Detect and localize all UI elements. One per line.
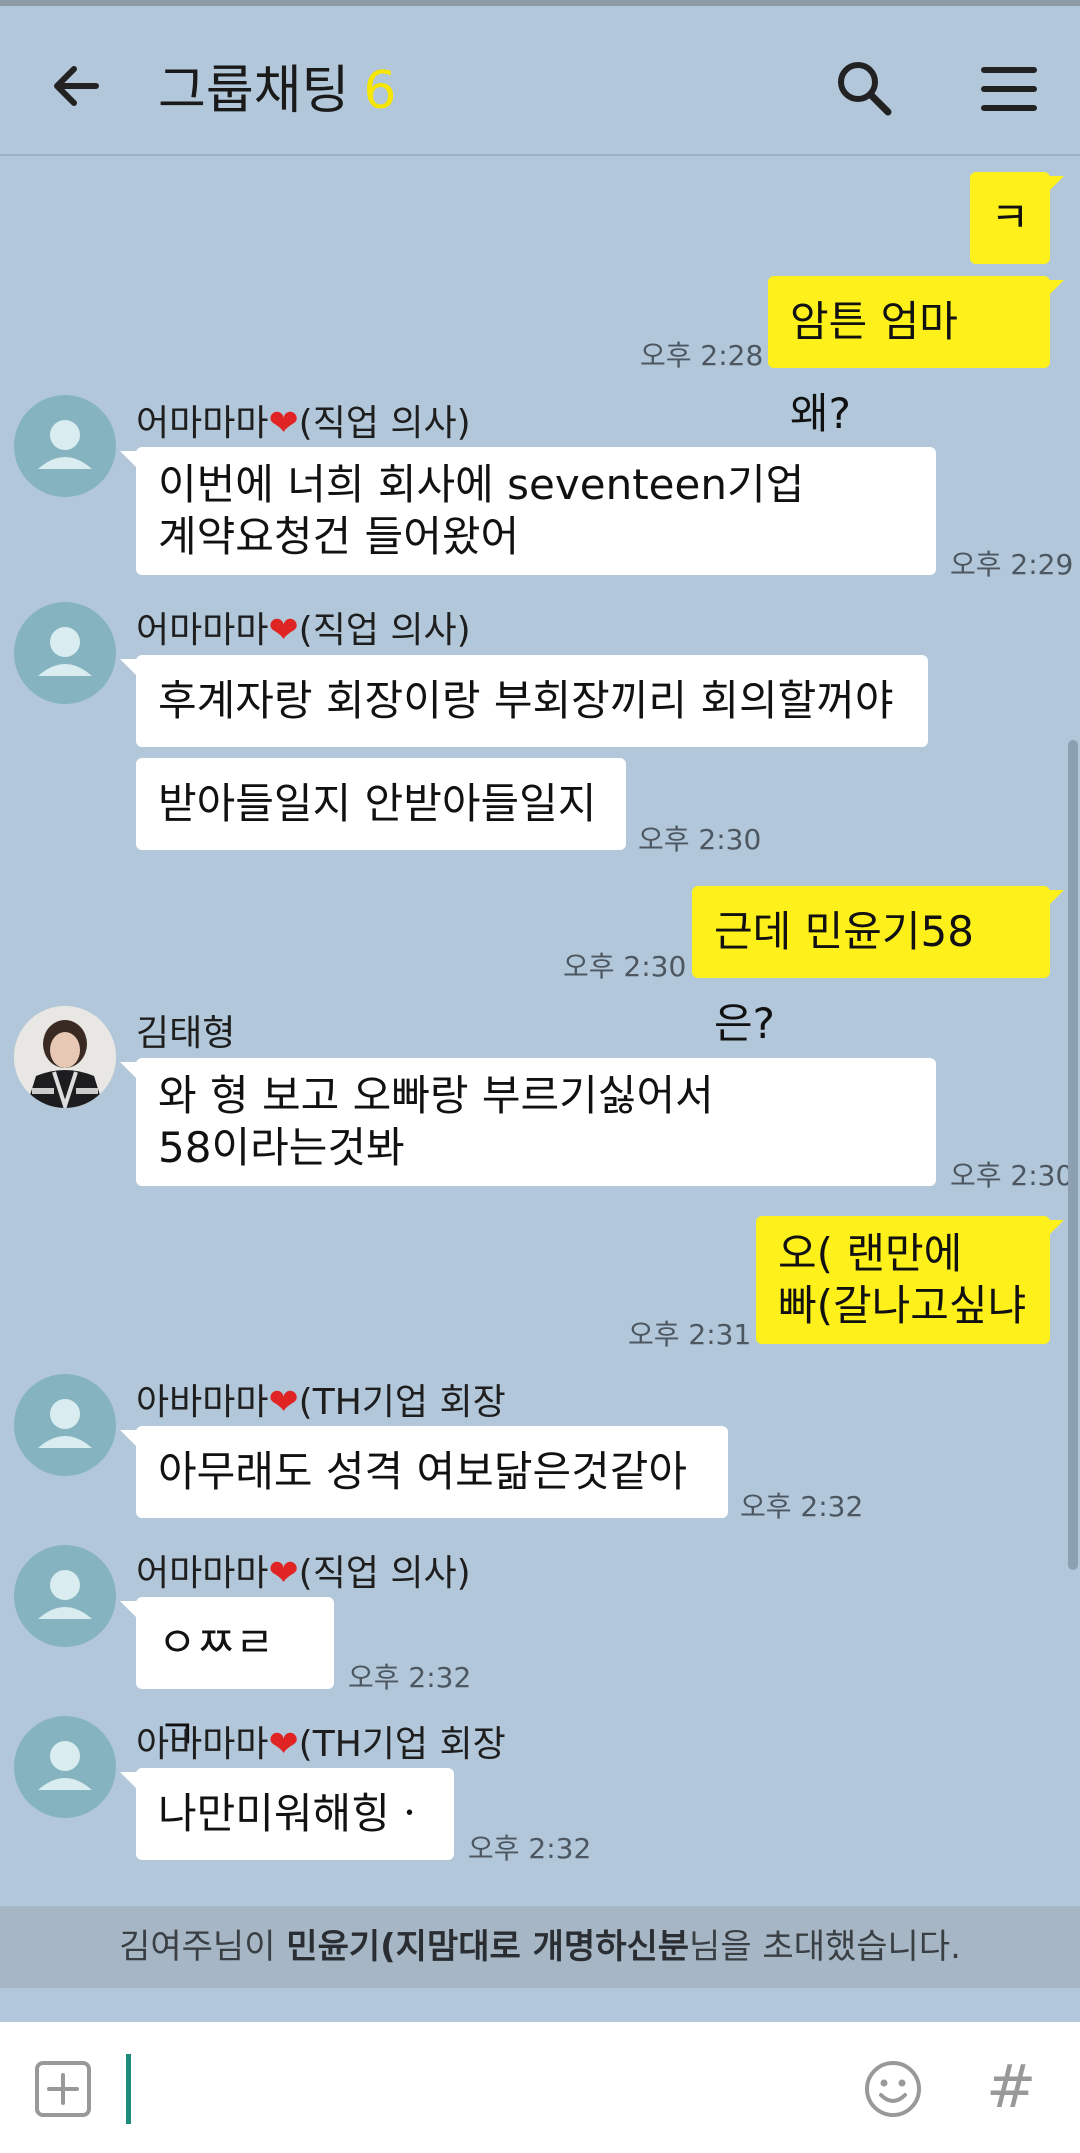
bubble-tail (120, 451, 138, 469)
chat-title-text: 그룹채팅 (158, 61, 350, 121)
message-time: 오후 2:29 (950, 548, 1074, 581)
heart-icon: ❤ (268, 1382, 299, 1423)
message-text: 암튼 엄마 왜? (790, 297, 958, 438)
sender-name: 어마마마❤(직업 의사) (136, 403, 471, 444)
other-message-bubble[interactable]: 받아들일지 안받아들일지 (136, 758, 626, 850)
avatar[interactable] (14, 1006, 116, 1108)
message-text: 아무래도 성격 여보닮은것같아 (158, 1447, 688, 1496)
bubble-tail (120, 1430, 138, 1448)
avatar[interactable] (14, 1374, 116, 1476)
heart-icon: ❤ (268, 403, 299, 444)
hamburger-menu-icon (981, 67, 1037, 111)
other-message-bubble[interactable]: 후계자랑 회장이랑 부회장끼리 회의할꺼야 (136, 655, 928, 747)
bubble-tail (1046, 1220, 1064, 1238)
sender-name: 아바마마❤(TH기업 회장 (136, 1724, 506, 1765)
message-text: 근데 민윤기58은? (714, 907, 974, 1048)
other-message-bubble[interactable]: 와 형 보고 오빠랑 부르기싫어서 58이라는것봐 (136, 1058, 936, 1186)
member-count: 6 (363, 61, 397, 121)
avatar[interactable] (14, 395, 116, 497)
default-profile-icon (38, 1570, 92, 1619)
message-text: 후계자랑 회장이랑 부회장끼리 회의할꺼야 (158, 676, 894, 725)
message-time: 오후 2:32 (740, 1490, 864, 1523)
profile-photo (14, 1006, 116, 1108)
message-time: 오후 2:30 (563, 950, 687, 983)
message-time: 오후 2:32 (468, 1832, 592, 1865)
chat-header: 그룹채팅 6 (0, 6, 1080, 156)
other-message-bubble[interactable]: 이번에 너희 회사에 seventeen기업 계약요청건 들어왔어 (136, 447, 936, 575)
message-text: ㅋ (990, 193, 1030, 242)
menu-button[interactable] (974, 54, 1044, 124)
avatar[interactable] (14, 1545, 116, 1647)
bubble-tail (1046, 890, 1064, 908)
other-message-bubble[interactable]: 아무래도 성격 여보닮은것같아 (136, 1426, 728, 1518)
other-message-bubble[interactable]: ㅇㅉㄹㄱ (136, 1597, 334, 1759)
emoticon-button[interactable] (862, 2058, 924, 2120)
bubble-tail (120, 1062, 138, 1080)
message-line: 와 형 보고 오빠랑 부르기싫어서 (158, 1071, 714, 1120)
avatar[interactable] (14, 1716, 116, 1818)
back-button[interactable] (44, 51, 114, 121)
message-time: 오후 2:30 (638, 823, 762, 856)
my-message-bubble[interactable]: 암튼 엄마 왜? (768, 276, 1050, 438)
message-line: 오( 랜만에 (778, 1229, 963, 1278)
message-input[interactable] (126, 2054, 131, 2124)
message-text: 받아들일지 안받아들일지 (158, 779, 597, 828)
smiley-icon (865, 2061, 921, 2117)
message-line: 계약요청건 들어왔어 (158, 512, 520, 561)
message-time: 오후 2:32 (348, 1661, 472, 1694)
my-message-bubble[interactable]: 오( 랜만에 빠(갈나고싶냐 (756, 1216, 1050, 1344)
message-input-bar: # (0, 2022, 1080, 2153)
default-profile-icon (38, 1741, 92, 1790)
sender-name: 아바마마❤(TH기업 회장 (136, 1382, 506, 1423)
heart-icon: ❤ (268, 610, 299, 651)
sender-name: 어마마마❤(직업 의사) (136, 1553, 471, 1594)
message-line: 이번에 너희 회사에 seventeen기업 (158, 460, 805, 509)
message-line: 빠(갈나고싶냐 (778, 1281, 1027, 1330)
arrow-left-icon (54, 66, 99, 106)
avatar[interactable] (14, 602, 116, 704)
heart-icon: ❤ (268, 1724, 299, 1765)
heart-icon: ❤ (268, 1553, 299, 1594)
message-text: 나만미워해힝ㆍ (158, 1789, 429, 1838)
default-profile-icon (38, 1399, 92, 1448)
other-message-bubble[interactable]: 나만미워해힝ㆍ (136, 1768, 454, 1860)
scrollbar[interactable] (1068, 740, 1078, 1570)
bubble-tail (1046, 176, 1064, 194)
message-time: 오후 2:28 (640, 339, 764, 372)
bubble-tail (120, 1601, 138, 1619)
bubble-tail (120, 1772, 138, 1790)
default-profile-icon (38, 420, 92, 469)
message-time: 오후 2:31 (628, 1318, 752, 1351)
system-notice: 김여주님이 민윤기(지맘대로 개명하신분님을 초대했습니다. (0, 1906, 1080, 1988)
sender-name: 어마마마❤(직업 의사) (136, 610, 471, 651)
search-button[interactable] (830, 54, 900, 124)
search-icon (838, 62, 892, 116)
message-time: 오후 2:30 (950, 1159, 1074, 1192)
hashtag-button[interactable]: # (986, 2052, 1036, 2122)
default-profile-icon (38, 627, 92, 676)
plus-square-icon (35, 2061, 91, 2117)
attach-button[interactable] (34, 2060, 92, 2118)
invited-user-name: 민윤기(지맘대로 개명하신분 (286, 1927, 690, 1967)
message-line: 58이라는것봐 (158, 1123, 405, 1172)
sender-name: 김태형 (136, 1013, 236, 1054)
bubble-tail (1046, 280, 1064, 298)
chat-title: 그룹채팅 6 (158, 48, 396, 123)
my-message-bubble[interactable]: 근데 민윤기58은? (692, 886, 1050, 1048)
my-message-bubble[interactable]: ㅋ (970, 172, 1050, 264)
bubble-tail (120, 659, 138, 677)
